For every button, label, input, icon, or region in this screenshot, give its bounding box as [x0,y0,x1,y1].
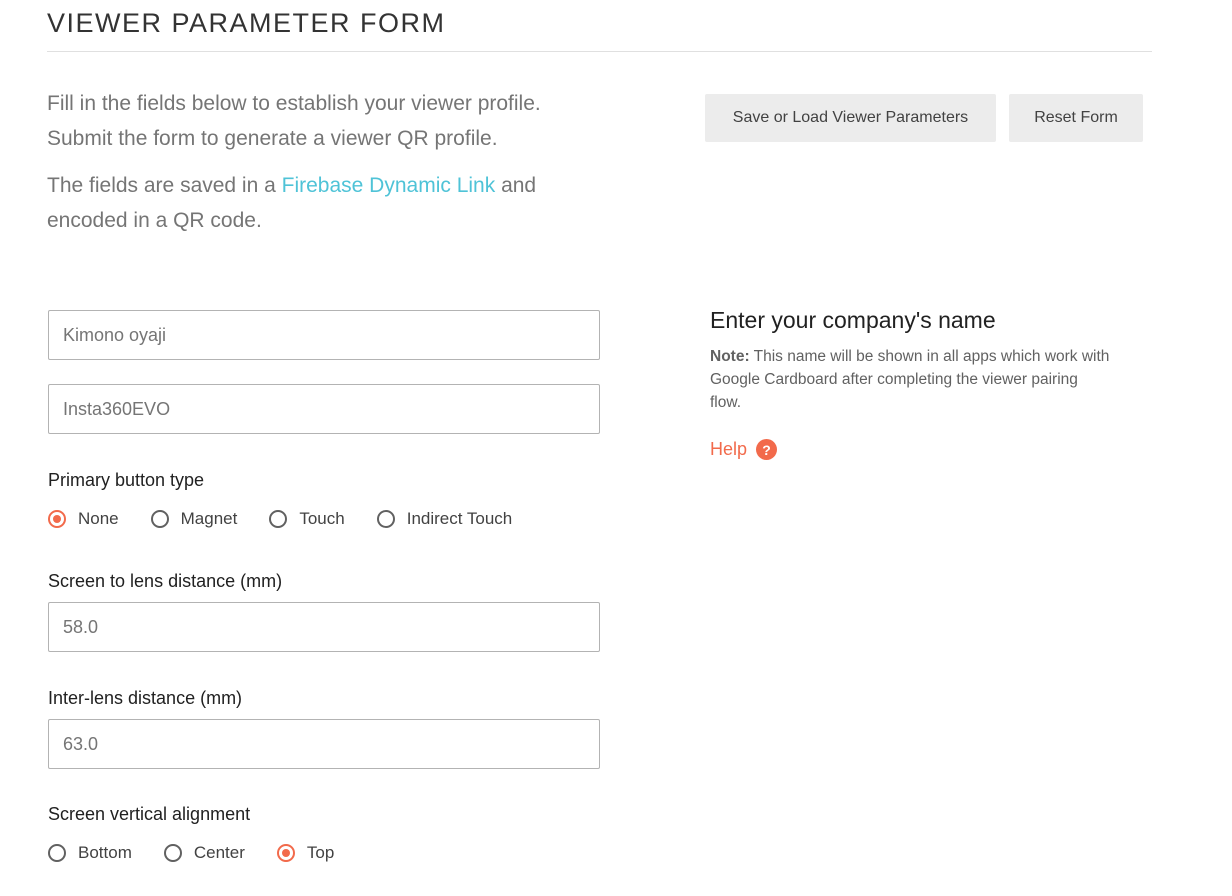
viewer-name-input[interactable]: Insta360EVO [48,384,600,434]
info-panel-title: Enter your company's name [710,307,996,333]
inter-lens-distance-input[interactable]: 63.0 [48,719,600,769]
inter-lens-distance-label: Inter-lens distance (mm) [48,688,243,708]
primary-button-type-group: None Magnet Touch Indirect Touch [48,509,544,529]
company-name-input[interactable]: Kimono oyaji [48,310,600,360]
radio-label: Magnet [180,509,238,528]
radio-selected-icon[interactable] [276,844,295,862]
note-label: Note: [710,348,750,365]
intro-text: Fill in the fields below to establish yo… [47,86,607,238]
radio-label: Center [193,843,245,862]
radio-unselected-icon[interactable] [163,844,182,862]
radio-option-magnet[interactable]: Magnet [150,509,238,529]
intro-paragraph-2: The fields are saved in a Firebase Dynam… [47,168,607,238]
radio-option-center[interactable]: Center [163,843,245,863]
firebase-dynamic-link[interactable]: Firebase Dynamic Link [282,174,496,197]
radio-option-indirect-touch[interactable]: Indirect Touch [376,509,513,529]
info-panel-note: Note: This name will be shown in all app… [710,345,1110,414]
screen-lens-distance-input[interactable]: 58.0 [48,602,600,652]
vertical-alignment-group: Bottom Center Top [48,843,366,863]
question-circle-icon[interactable]: ? [756,439,778,460]
screen-lens-distance-label: Screen to lens distance (mm) [48,571,283,591]
intro-paragraph-1: Fill in the fields below to establish yo… [47,86,607,156]
radio-option-bottom[interactable]: Bottom [48,843,132,863]
radio-option-top[interactable]: Top [276,843,335,863]
vertical-alignment-label: Screen vertical alignment [48,804,251,824]
intro-line-1: Fill in the fields below to establish yo… [47,92,541,115]
radio-unselected-icon[interactable] [150,510,169,528]
intro-saved-prefix: The fields are saved in a [47,174,282,197]
page-title: VIEWER PARAMETER FORM [47,8,446,38]
radio-selected-icon[interactable] [48,510,66,528]
radio-unselected-icon[interactable] [269,510,288,528]
radio-option-touch[interactable]: Touch [269,509,345,529]
viewer-parameter-page: VIEWER PARAMETER FORM Fill in the fields… [0,0,1232,896]
radio-unselected-icon[interactable] [376,510,395,528]
radio-label: Indirect Touch [406,509,513,528]
help-link[interactable]: Help ? [710,439,778,460]
radio-label: Bottom [78,843,132,862]
radio-label: Top [306,843,335,862]
note-text: This name will be shown in all apps whic… [710,348,1110,411]
primary-button-type-label: Primary button type [48,470,205,490]
radio-unselected-icon[interactable] [48,844,66,862]
intro-line-2: Submit the form to generate a viewer QR … [47,127,498,150]
reset-form-button[interactable]: Reset Form [1009,94,1143,142]
help-label: Help [710,439,748,459]
save-load-parameters-button[interactable]: Save or Load Viewer Parameters [705,94,996,142]
radio-label: None [78,509,119,528]
radio-label: Touch [299,509,345,528]
radio-option-none[interactable]: None [48,509,119,529]
title-divider [47,51,1152,52]
